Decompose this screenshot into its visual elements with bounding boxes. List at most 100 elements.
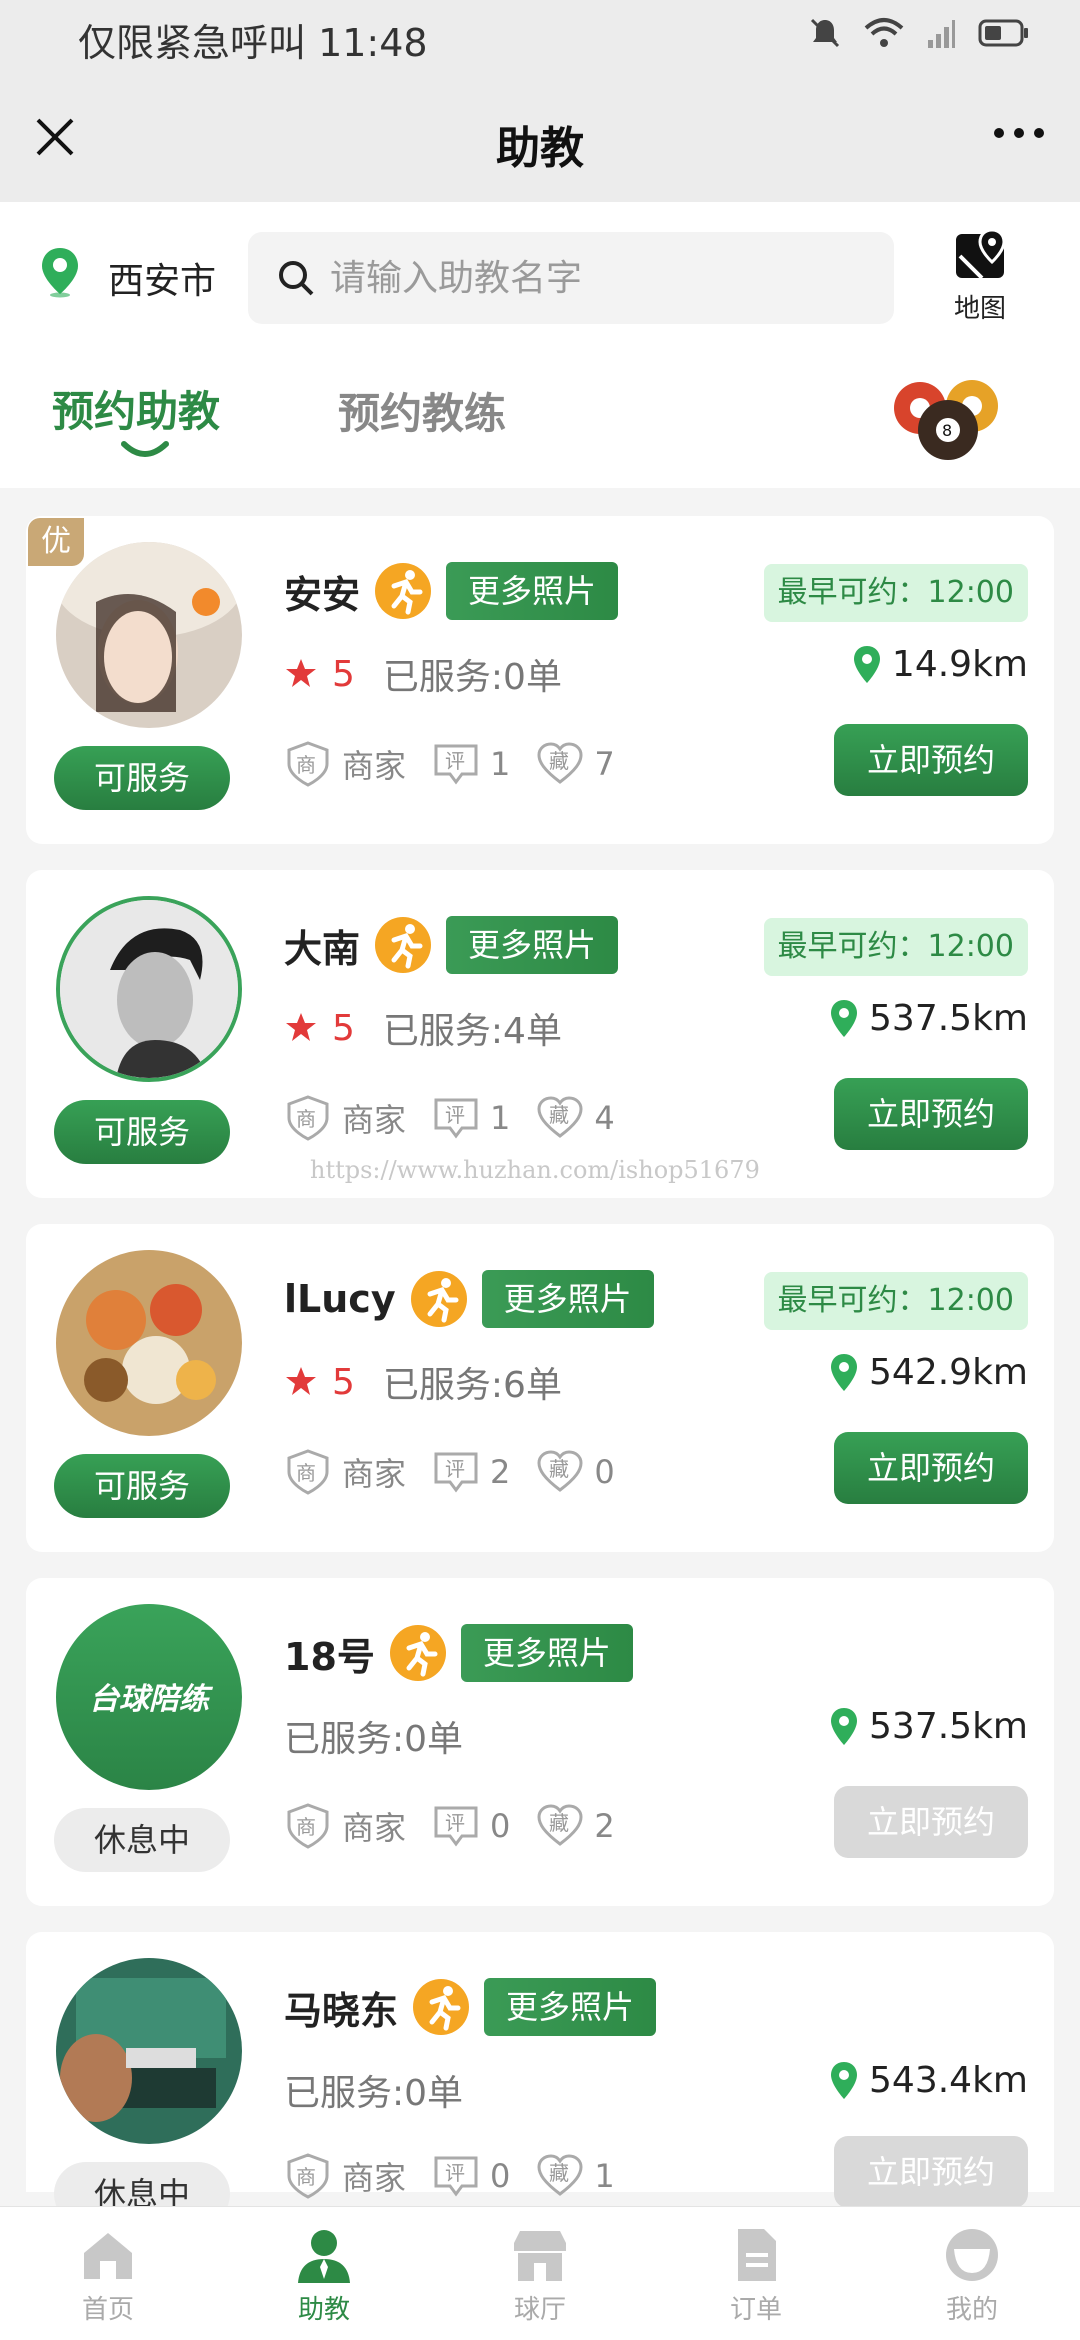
nav-label: 球厅 [513, 2295, 566, 2325]
earliest-time-badge: 最早可约：12:00 [763, 1272, 1028, 1330]
location-pin-icon [831, 1707, 858, 1745]
distance-value: 542.9km [869, 1352, 1028, 1393]
map-icon [956, 228, 1006, 280]
merchant-shield-icon: 商 [287, 2153, 329, 2199]
nav-label: 助教 [297, 2295, 350, 2325]
premium-badge: 优 [28, 518, 84, 566]
more-photos-button[interactable]: 更多照片 [460, 1624, 633, 1682]
star-icon [286, 1367, 316, 1395]
svg-text:商: 商 [296, 1107, 316, 1131]
nav-item-hall[interactable]: 球厅 [480, 2227, 600, 2326]
coach-card[interactable]: 台球陪练 休息中 18号 更多照片 已服务:0单 商 商家 评 0 藏 2 53… [26, 1578, 1054, 1906]
review-bubble-icon: 评 [434, 1098, 478, 1139]
review-count: 0 [490, 2157, 511, 2195]
coach-name: 安安 [284, 572, 361, 617]
nav-bar: 助教 [0, 72, 1080, 202]
more-photos-button[interactable]: 更多照片 [481, 1270, 654, 1328]
status-badge: 可服务 [54, 1454, 230, 1518]
coach-card[interactable]: 可服务 大南 更多照片 5 已服务:4单 商 商家 评 1 藏 4 最早可约：1… [26, 870, 1054, 1198]
distance-value: 543.4km [869, 2060, 1028, 2101]
coach-card[interactable]: 休息中 马晓东 更多照片 已服务:0单 商 商家 评 0 藏 1 543.4km… [26, 1932, 1054, 2226]
distance-value: 537.5km [869, 998, 1028, 1039]
distance: 543.4km [829, 2060, 1028, 2101]
map-button[interactable]: 地图 [940, 226, 1020, 326]
nav-item-assistant[interactable]: 助教 [264, 2227, 384, 2326]
active-tab-indicator [121, 441, 169, 457]
name-row: 安安 更多照片 [284, 562, 619, 620]
merchant-label: 商家 [342, 2159, 407, 2197]
rating-value: 5 [332, 1361, 355, 1403]
location-pin-icon [831, 999, 858, 1037]
served-count: 已服务:0单 [382, 657, 562, 698]
avatar [56, 542, 242, 728]
favorite-count: 7 [594, 745, 615, 783]
favorite-count: 0 [594, 1453, 615, 1491]
merchant-label: 商家 [342, 747, 407, 785]
book-now-button[interactable]: 立即预约 [834, 1786, 1028, 1858]
nav-label: 订单 [729, 2295, 782, 2325]
favorite-count: 4 [594, 1099, 615, 1137]
review-bubble-icon: 评 [434, 1806, 478, 1847]
tab-book-coach[interactable]: 预约教练 [338, 380, 506, 441]
search-row: 西安市 地图 [0, 202, 1080, 342]
city-selector[interactable]: 西安市 [108, 252, 216, 304]
served-count: 已服务:0单 [284, 2073, 464, 2114]
nav-item-profile[interactable]: 我的 [912, 2227, 1032, 2326]
signal-icon [928, 20, 955, 48]
merchant-shield-icon: 商 [287, 1095, 329, 1141]
merchant-shield-icon: 商 [287, 741, 329, 787]
tab-book-assistant[interactable]: 预约助教 [52, 378, 220, 439]
running-icon [413, 1979, 470, 2035]
meta-row: 商 商家 评 1 藏 7 [284, 740, 641, 788]
person-icon [298, 2230, 350, 2283]
status-badge: 可服务 [54, 1100, 230, 1164]
coach-card[interactable]: 优 可服务 安安 更多照片 5 已服务:0单 商 商家 评 1 藏 7 最早可约… [26, 516, 1054, 844]
served-count: 已服务:6单 [382, 1365, 562, 1406]
profile-icon [946, 2229, 998, 2281]
running-icon [389, 1625, 446, 1681]
location-pin-icon[interactable] [40, 246, 80, 298]
status-icons [808, 16, 1030, 50]
book-now-button[interactable]: 立即预约 [834, 1432, 1028, 1504]
distance: 542.9km [829, 1352, 1028, 1393]
name-row: 大南 更多照片 [284, 916, 619, 974]
search-input[interactable] [330, 232, 870, 324]
svg-text:评: 评 [445, 1103, 465, 1127]
more-menu-icon[interactable] [994, 128, 1044, 138]
location-pin-icon [831, 1353, 858, 1391]
svg-text:藏: 藏 [549, 2161, 569, 2185]
svg-text:藏: 藏 [549, 1811, 569, 1835]
svg-text:藏: 藏 [549, 1103, 569, 1127]
nav-item-orders[interactable]: 订单 [696, 2227, 816, 2326]
more-photos-button[interactable]: 更多照片 [446, 916, 619, 974]
battery-icon [978, 19, 1028, 47]
earliest-time-badge: 最早可约：12:00 [763, 918, 1028, 976]
search-box[interactable] [248, 232, 894, 324]
page-title: 助教 [496, 123, 584, 174]
book-now-button[interactable]: 立即预约 [834, 724, 1028, 796]
coach-card[interactable]: 可服务 lLucy 更多照片 5 已服务:6单 商 商家 评 2 藏 0 最早可… [26, 1224, 1054, 1552]
review-count: 0 [490, 1807, 511, 1845]
merchant-shield-icon: 商 [287, 1449, 329, 1495]
merchant-shield-icon: 商 [287, 1803, 329, 1849]
merchant-label: 商家 [342, 1455, 407, 1493]
svg-text:藏: 藏 [549, 1457, 569, 1481]
more-photos-button[interactable]: 更多照片 [446, 562, 619, 620]
favorite-count: 2 [594, 1807, 615, 1845]
map-label: 地图 [953, 294, 1006, 324]
star-icon [286, 659, 316, 687]
distance: 537.5km [829, 1706, 1028, 1747]
bottom-nav: 首页 助教 球厅 订单 我的 [0, 2206, 1080, 2340]
svg-text:商: 商 [296, 753, 316, 777]
avatar [56, 896, 242, 1082]
store-icon [514, 2231, 566, 2281]
meta-row: 商 商家 评 0 藏 2 [284, 1802, 641, 1850]
review-bubble-icon: 评 [434, 2156, 478, 2197]
meta-row: 商 商家 评 2 藏 0 [284, 1448, 641, 1496]
home-icon [84, 2233, 132, 2279]
book-now-button[interactable]: 立即预约 [834, 1078, 1028, 1150]
nav-item-home[interactable]: 首页 [48, 2227, 168, 2326]
distance-value: 14.9km [891, 644, 1028, 685]
book-now-button[interactable]: 立即预约 [834, 2136, 1028, 2208]
more-photos-button[interactable]: 更多照片 [484, 1978, 657, 2036]
